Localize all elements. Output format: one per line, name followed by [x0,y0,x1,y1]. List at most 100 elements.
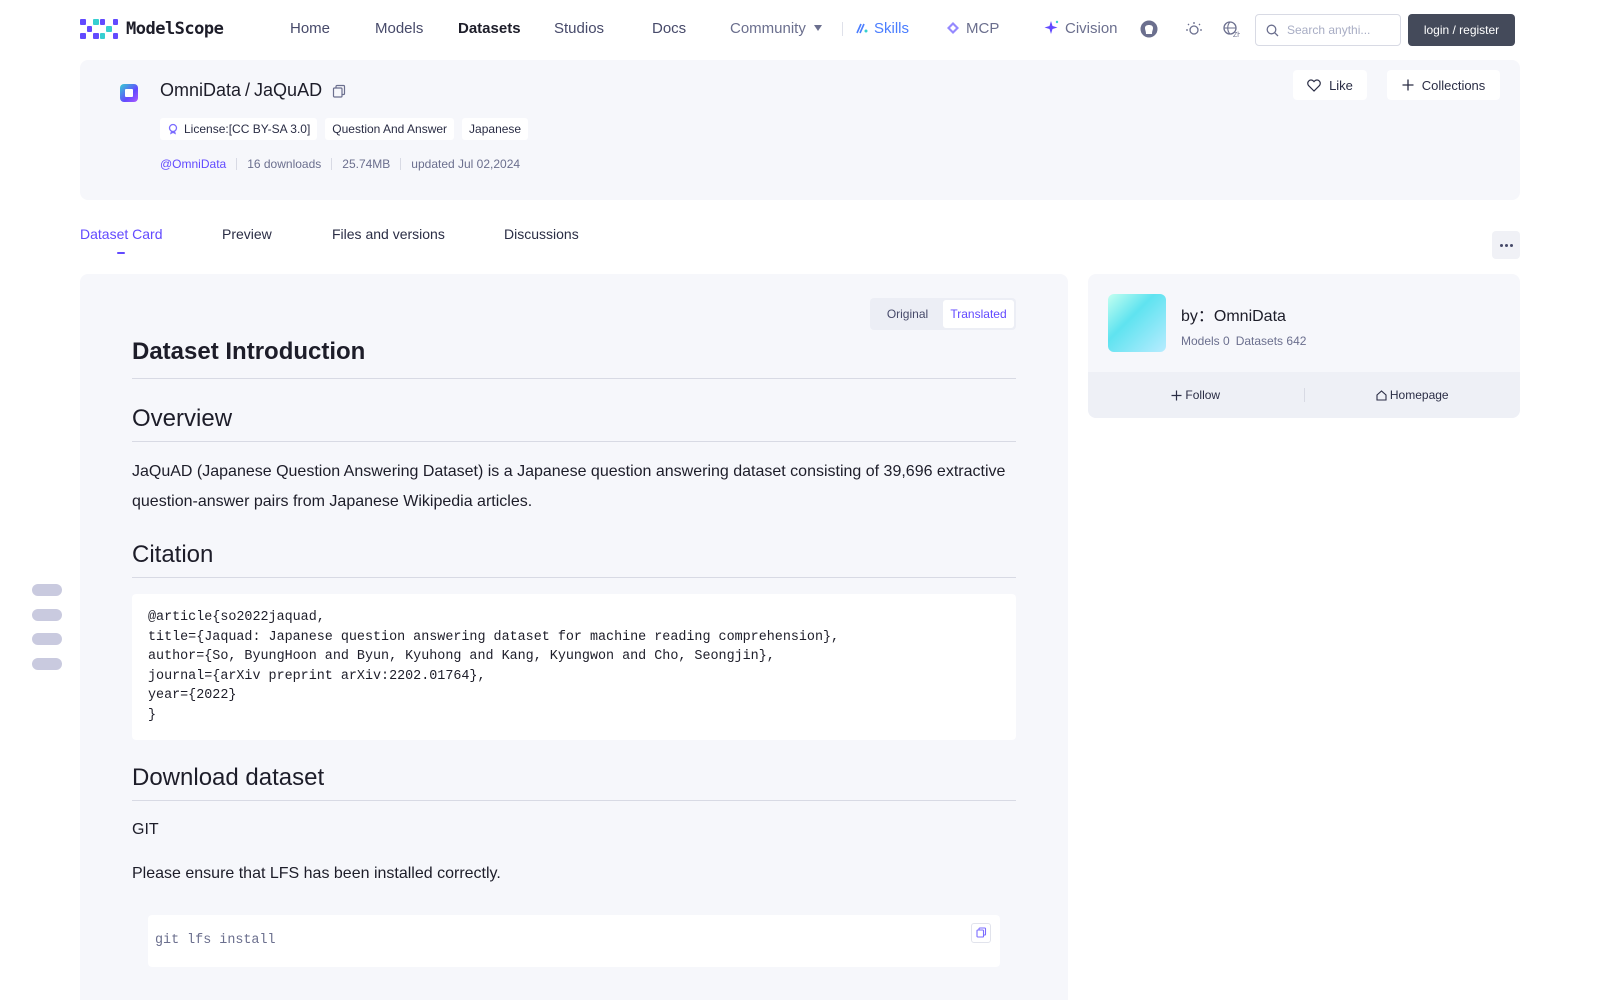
nav-civision-label: Civision [1065,20,1118,37]
copy-icon[interactable] [332,84,346,98]
language-icon[interactable]: Zh [1222,20,1240,38]
more-dot [1509,243,1513,247]
tag-license-label: License:[CC BY-SA 3.0] [184,122,311,136]
dataset-title: OmniData / JaQuAD [160,80,346,101]
homepage-button[interactable]: Homepage [1305,388,1521,402]
homepage-label: Homepage [1389,388,1449,402]
active-tab-indicator [117,252,125,254]
nav-studios[interactable]: Studios [554,20,604,37]
github-icon[interactable] [1140,20,1158,38]
toc-handle[interactable] [32,609,62,621]
heading-overview: Overview [132,405,1016,442]
license-icon [168,123,178,135]
organization-datasets-count: Datasets 642 [1235,334,1307,348]
like-label: Like [1329,77,1353,93]
title-separator: / [245,80,251,100]
follow-button[interactable]: Follow [1088,388,1304,402]
nav-civision[interactable]: Civision [1044,20,1118,37]
plus-icon [1402,79,1414,91]
copy-icon [975,927,986,938]
organization-name[interactable]: by：OmniData [1181,302,1286,326]
organization-stats: Models 0 Datasets 642 [1181,334,1306,348]
logo-text: ModelScope [126,19,224,39]
chevron-down-icon [813,25,822,31]
meta-divider [331,158,333,170]
skills-icon [856,23,868,34]
overview-text: JaQuAD (Japanese Question Answering Data… [132,463,1006,510]
nav-skills-label: Skills [874,20,910,37]
toc-handle[interactable] [32,658,62,670]
nav-docs[interactable]: Docs [652,20,686,37]
dataset-card-panel: Original Translated Dataset Introduction… [80,274,1068,1000]
collections-button[interactable]: Collections [1387,70,1500,100]
nav-home[interactable]: Home [290,20,330,37]
modelscope-logo[interactable]: ModelScope [80,19,224,39]
toggle-original[interactable]: Original [872,300,943,328]
collections-label: Collections [1421,77,1486,93]
author-link[interactable]: @OmniData [160,157,226,171]
heading-dataset-introduction: Dataset Introduction [132,338,1016,379]
nav-divider [842,22,843,36]
plus-icon [1171,390,1182,400]
theme-sun-icon[interactable] [1185,20,1203,38]
tab-files-and-versions[interactable]: Files and versions [332,226,445,242]
tab-dataset-card[interactable]: Dataset Card [80,226,162,242]
login-register-button[interactable]: login / register [1408,14,1515,46]
lfs-note: Please ensure that LFS has been installe… [132,864,501,882]
modelscope-logo-mark [80,19,118,39]
organization-actions: Follow Homepage [1088,372,1520,418]
language-toggle: Original Translated [870,298,1016,330]
search-box[interactable] [1255,14,1401,46]
top-navigation: ModelScope Home Models Datasets Studios … [0,0,1600,58]
sparkle-icon [1044,20,1059,34]
git-command-block: git lfs install [148,914,1000,967]
copy-code-button[interactable] [971,922,991,943]
heading-download-dataset: Download dataset [132,764,1016,801]
nav-mcp[interactable]: MCP [946,20,999,37]
dataset-meta: @OmniData 16 downloads 25.74MB updated J… [160,157,520,171]
dataset-header: OmniData / JaQuAD License:[CC BY-SA 3.0]… [80,60,1520,200]
nav-community-label: Community [730,20,806,37]
tab-discussions[interactable]: Discussions [504,226,579,242]
updated-date: updated Jul 02,2024 [411,157,521,171]
download-count: 16 downloads [247,157,322,171]
svg-text:Zh: Zh [1233,32,1240,38]
tag-task[interactable]: Question And Answer [325,118,455,140]
nav-models[interactable]: Models [375,20,423,37]
tab-preview[interactable]: Preview [222,226,272,242]
git-label: GIT [132,820,159,838]
more-options-button[interactable] [1492,231,1520,259]
home-icon [1376,389,1387,401]
dataset-size: 25.74MB [342,157,391,171]
nav-datasets[interactable]: Datasets [458,20,521,37]
organization-card: by：OmniData Models 0 Datasets 642 Follow… [1088,274,1520,418]
meta-divider [236,158,238,170]
search-input[interactable] [1287,23,1387,37]
more-dot [1504,243,1508,247]
tag-license[interactable]: License:[CC BY-SA 3.0] [160,118,318,140]
markdown-content: Dataset Introduction Overview JaQuAD (Ja… [132,338,1016,967]
toc-handle[interactable] [32,633,62,645]
organization-avatar[interactable] [1108,294,1166,352]
follow-label: Follow [1185,388,1221,402]
tag-language[interactable]: Japanese [462,118,529,140]
nav-skills[interactable]: Skills [855,20,909,37]
like-button[interactable]: Like [1293,70,1367,100]
citation-code-block: @article{so2022jaquad, title={Jaquad: Ja… [132,594,1016,740]
nav-mcp-label: MCP [966,20,1000,37]
dataset-name: JaQuAD [254,80,323,100]
git-command: git lfs install [155,932,276,948]
toggle-translated[interactable]: Translated [943,300,1014,328]
heading-citation: Citation [132,541,1016,578]
organization-models-count: Models 0 [1181,334,1230,348]
dataset-owner[interactable]: OmniData [160,80,241,101]
more-dot [1499,243,1503,247]
nav-community[interactable]: Community [730,20,822,37]
dataset-avatar [120,84,138,102]
toc-handle[interactable] [32,584,62,596]
meta-divider [400,158,402,170]
mcp-icon [947,22,959,34]
heart-icon [1307,78,1321,92]
search-icon [1266,24,1279,36]
dataset-tags: License:[CC BY-SA 3.0] Question And Answ… [160,118,529,140]
